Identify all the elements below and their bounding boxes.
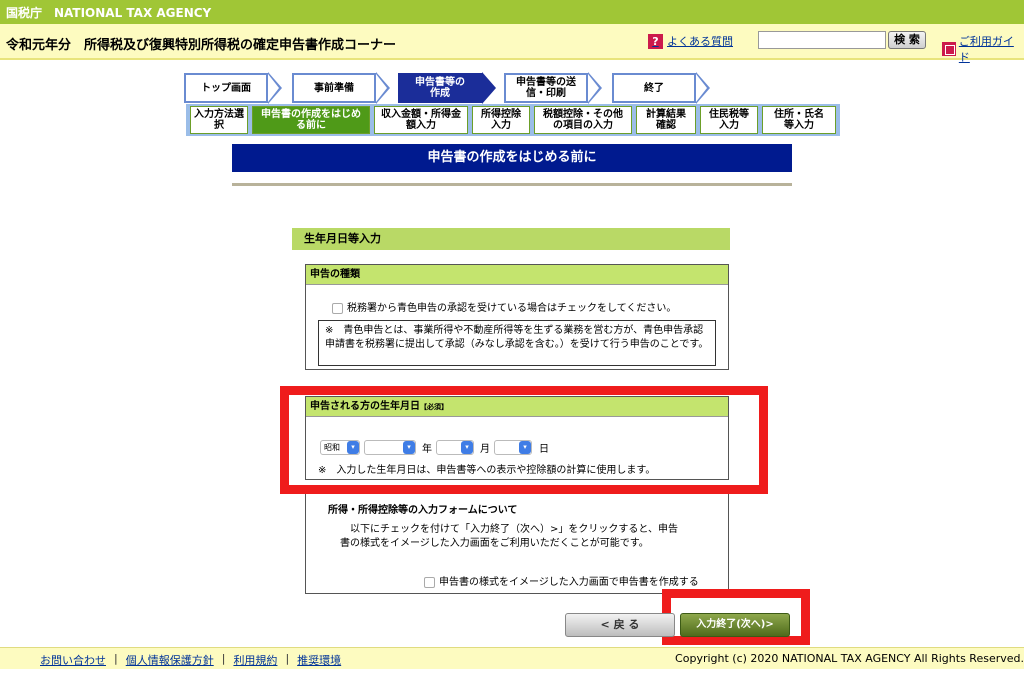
substep-address: 住所・氏名等入力 (762, 106, 836, 134)
step-send: 申告書等の送信・印刷 (504, 73, 588, 103)
search-input[interactable] (758, 31, 886, 49)
step-top: トップ画面 (184, 73, 268, 103)
guide-label: ご利用ガイド (958, 35, 1014, 64)
step-prep: 事前準備 (292, 73, 376, 103)
search-button[interactable]: 検 索 (888, 31, 926, 49)
form-info-box: 所得・所得控除等の入力フォームについて 以下にチェックを付けて「入力終了（次へ）… (305, 492, 729, 594)
substep-resident-tax: 住民税等入力 (700, 106, 758, 134)
substep-before-start: 申告書の作成をはじめる前に (252, 106, 370, 134)
blue-return-option: 税務署から青色申告の承認を受けている場合はチェックをしてください。 (332, 299, 676, 314)
guide-link[interactable]: ご利用ガイド (942, 33, 1024, 65)
declaration-type-heading: 申告の種類 (306, 265, 728, 285)
footer-links: お問い合わせ | 個人情報保護方針 | 利用規約 | 推奨環境 (40, 652, 342, 668)
book-icon (942, 42, 956, 56)
declaration-type-box: 申告の種類 税務署から青色申告の承認を受けている場合はチェックをしてください。 … (305, 264, 729, 370)
step-create: 申告書等の作成 (398, 73, 482, 103)
footer-link-contact[interactable]: お問い合わせ (40, 652, 106, 668)
page-header-title: 令和元年分 所得税及び復興特別所得税の確定申告書作成コーナー (6, 38, 397, 53)
footer-link-privacy[interactable]: 個人情報保護方針 (126, 652, 214, 668)
faq-link[interactable]: ? よくある質問 (648, 33, 733, 49)
question-icon: ? (648, 33, 663, 49)
divider (232, 183, 792, 186)
blue-return-checkbox[interactable] (332, 302, 343, 314)
form-info-text: 以下にチェックを付けて「入力終了（次へ）>」をクリックすると、申告書の様式をイメ… (340, 524, 678, 549)
form-image-checkbox[interactable] (424, 576, 435, 588)
footer: お問い合わせ | 個人情報保護方針 | 利用規約 | 推奨環境 Copyrigh… (0, 647, 1024, 669)
blue-return-note: ※ 青色申告とは、事業所得や不動産所得等を生ずる業務を営む方が、青色申告承認申請… (318, 320, 716, 366)
faq-label: よくある質問 (667, 35, 733, 48)
substep-deduction: 所得控除入力 (472, 106, 530, 134)
agency-name: 国税庁 NATIONAL TAX AGENCY (6, 6, 212, 20)
page-title: 申告書の作成をはじめる前に (232, 144, 792, 172)
footer-link-environment[interactable]: 推奨環境 (297, 652, 341, 668)
header: 令和元年分 所得税及び復興特別所得税の確定申告書作成コーナー ? よくある質問 … (0, 24, 1024, 64)
highlight-box-birthdate (280, 386, 768, 494)
step-arrow (482, 72, 496, 104)
section-label: 生年月日等入力 (292, 228, 730, 250)
step-end: 終了 (612, 73, 696, 103)
substep-result: 計算結果確認 (636, 106, 696, 134)
form-image-option: 申告書の様式をイメージした入力画面で申告書を作成する (424, 573, 699, 588)
agency-bar: 国税庁 NATIONAL TAX AGENCY (0, 0, 1024, 24)
substep-income: 収入金額・所得金額入力 (374, 106, 468, 134)
footer-link-terms[interactable]: 利用規約 (233, 652, 277, 668)
form-image-label: 申告書の様式をイメージした入力画面で申告書を作成する (439, 577, 699, 588)
form-info-heading: 所得・所得控除等の入力フォームについて (328, 505, 518, 516)
substep-input-method: 入力方法選択 (190, 106, 248, 134)
copyright: Copyright (c) 2020 NATIONAL TAX AGENCY A… (675, 652, 1024, 665)
back-button[interactable]: < 戻 る (565, 613, 675, 637)
substep-tax-credit: 税額控除・その他の項目の入力 (534, 106, 632, 134)
next-button[interactable]: 入力終了(次へ)> (680, 613, 790, 637)
blue-return-label: 税務署から青色申告の承認を受けている場合はチェックをしてください。 (347, 303, 677, 314)
